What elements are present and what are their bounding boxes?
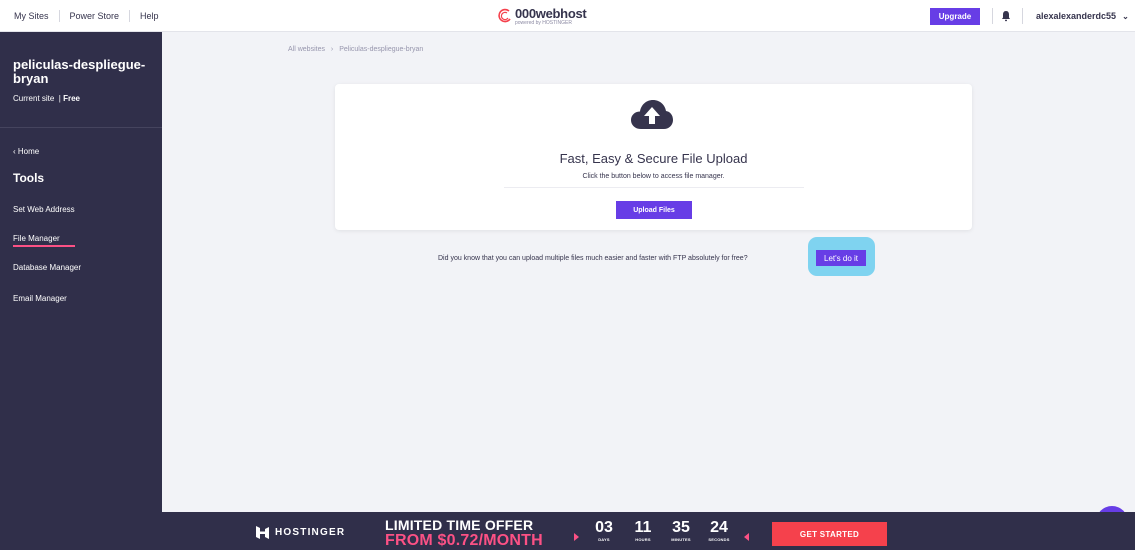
lets-do-it-button[interactable]: Let's do it xyxy=(816,250,866,266)
hostinger-h-icon xyxy=(256,526,269,539)
site-meta: Current site | Free xyxy=(13,94,81,103)
card-divider xyxy=(504,187,804,188)
upload-files-button[interactable]: Upload Files xyxy=(616,201,692,219)
site-name: peliculas-despliegue-bryan xyxy=(13,57,146,86)
logo-subtext: powered by HOSTINGER xyxy=(515,19,572,26)
offer-headline: LIMITED TIME OFFER xyxy=(385,517,534,533)
upload-card: Fast, Easy & Secure File Upload Click th… xyxy=(335,84,972,230)
breadcrumb-root[interactable]: All websites xyxy=(288,46,325,53)
divider xyxy=(992,8,993,24)
ftp-tip-text: Did you know that you can upload multipl… xyxy=(438,255,748,262)
sidebar-divider xyxy=(0,127,162,128)
arrow-right-icon xyxy=(574,533,579,541)
logo-text: 000webhost xyxy=(515,5,587,21)
countdown-label: DAYS xyxy=(598,537,610,542)
promo-banner: HOSTINGER LIMITED TIME OFFER FROM $0.72/… xyxy=(0,512,1135,550)
sidebar-item-file-manager[interactable]: File Manager xyxy=(13,234,75,247)
countdown-label: SECONDS xyxy=(708,537,730,542)
logo-swirl-icon xyxy=(498,8,511,23)
cloud-upload-icon xyxy=(631,100,673,129)
countdown-days: 03 DAYS xyxy=(589,519,619,543)
power-store-link[interactable]: Power Store xyxy=(60,10,131,22)
divider xyxy=(1022,8,1023,24)
top-bar: My Sites Power Store Help 000webhost pow… xyxy=(0,0,1135,32)
countdown-minutes: 35 MINUTES xyxy=(666,519,696,543)
home-link[interactable]: ‹ Home xyxy=(13,147,39,156)
bell-icon[interactable] xyxy=(1001,10,1011,22)
breadcrumb: All websites › Peliculas-despliegue-brya… xyxy=(288,46,423,53)
countdown-label: MINUTES xyxy=(671,537,691,542)
chevron-left-icon: ‹ xyxy=(13,147,16,156)
brand-logo[interactable]: 000webhost powered by HOSTINGER xyxy=(496,5,587,27)
breadcrumb-current: Peliculas-despliegue-bryan xyxy=(339,46,424,53)
countdown-label: HOURS xyxy=(635,537,651,542)
upload-card-title: Fast, Easy & Secure File Upload xyxy=(559,151,748,166)
hostinger-wordmark: HOSTINGER xyxy=(275,527,346,538)
countdown-value: 11 xyxy=(634,519,652,536)
sidebar-item-set-web-address[interactable]: Set Web Address xyxy=(13,205,75,214)
help-link[interactable]: Help xyxy=(130,10,169,22)
top-links: My Sites Power Store Help xyxy=(14,0,169,32)
user-menu[interactable]: alexalexanderdc55 ⌄ xyxy=(1036,0,1129,32)
chevron-down-icon: ⌄ xyxy=(1122,11,1129,21)
home-label: Home xyxy=(17,147,40,156)
countdown-seconds: 24 SECONDS xyxy=(704,519,734,543)
plan-badge: Free xyxy=(63,94,81,103)
countdown-value: 24 xyxy=(710,519,728,536)
breadcrumb-separator: › xyxy=(330,46,334,53)
my-sites-link[interactable]: My Sites xyxy=(14,10,60,22)
countdown-value: 35 xyxy=(672,519,690,536)
countdown-value: 03 xyxy=(595,519,613,536)
get-started-button[interactable]: GET STARTED xyxy=(772,522,887,546)
sidebar-item-email-manager[interactable]: Email Manager xyxy=(13,294,67,303)
tools-heading: Tools xyxy=(13,171,45,185)
offer-price: FROM $0.72/MONTH xyxy=(385,532,543,549)
sidebar-item-database-manager[interactable]: Database Manager xyxy=(13,263,81,272)
upload-card-subtitle: Click the button below to access file ma… xyxy=(582,173,725,180)
hostinger-logo: HOSTINGER xyxy=(256,526,345,539)
site-status: Current site xyxy=(13,94,55,103)
countdown-hours: 11 HOURS xyxy=(628,519,658,543)
upgrade-button[interactable]: Upgrade xyxy=(930,8,980,25)
sidebar: peliculas-despliegue-bryan Current site … xyxy=(0,32,162,512)
username: alexalexanderdc55 xyxy=(1036,11,1117,21)
arrow-left-icon xyxy=(744,533,749,541)
